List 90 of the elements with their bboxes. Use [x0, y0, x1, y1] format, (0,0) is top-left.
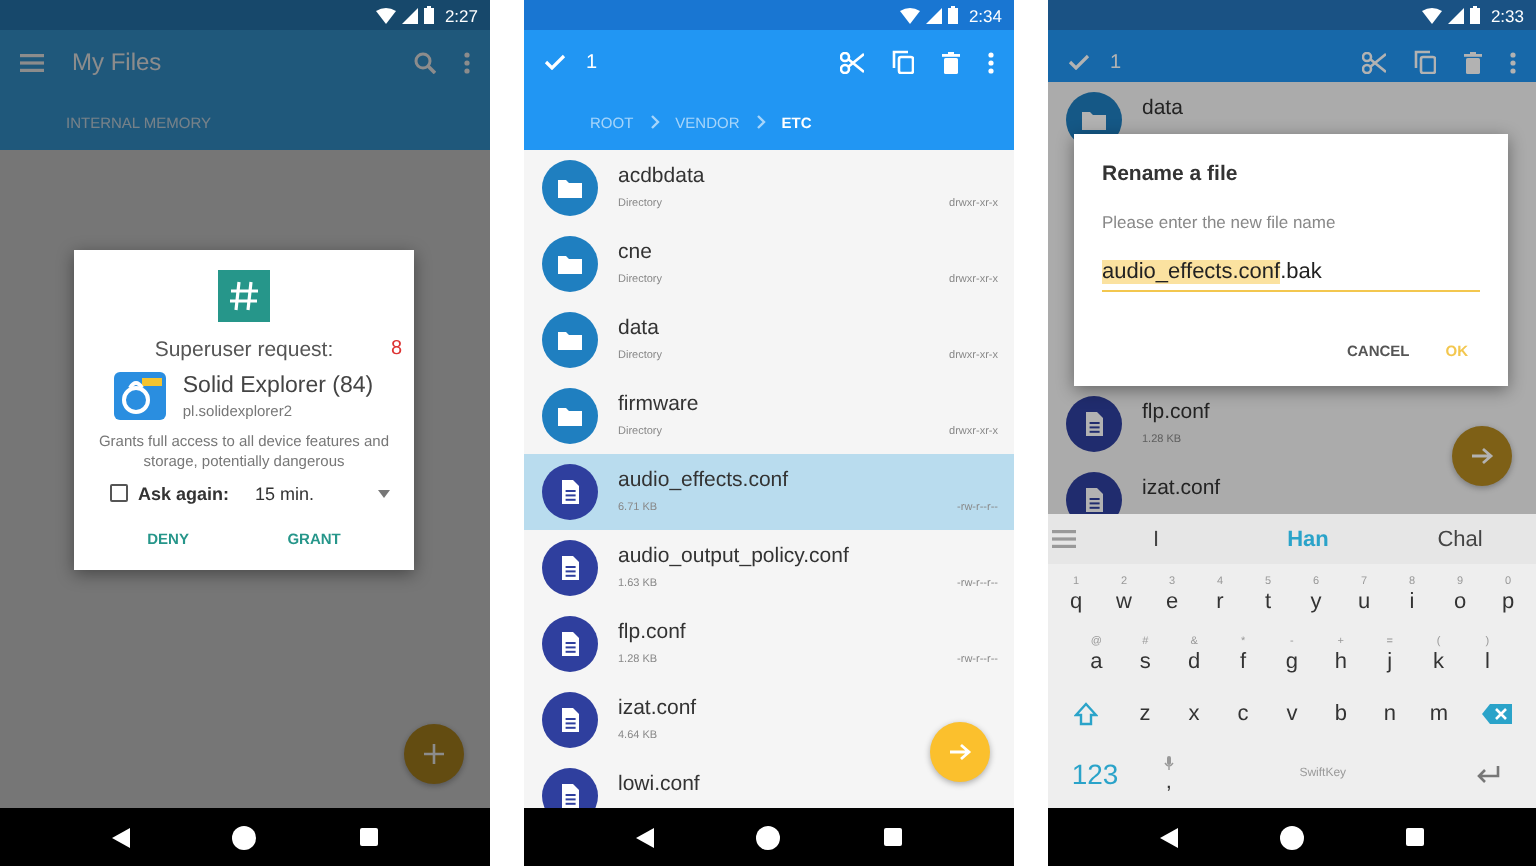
file-name: cne [618, 240, 652, 264]
backspace-icon [1482, 704, 1513, 724]
file-name: data [618, 316, 659, 340]
wifi-icon [1422, 7, 1443, 23]
dialog-message: Please enter the new file name [1102, 212, 1338, 232]
copy-icon[interactable] [892, 50, 914, 74]
selection-count: 1 [586, 51, 600, 73]
file-name: firmware [618, 392, 699, 416]
file-name: izat.conf [1142, 476, 1221, 500]
home-icon[interactable] [232, 825, 257, 849]
app-name: Solid Explorer (84) [182, 373, 374, 397]
menu-icon[interactable] [20, 53, 44, 71]
countdown: 8 [390, 338, 402, 360]
arrow-icon [949, 742, 971, 762]
file-name: data [1142, 96, 1183, 120]
keyboard-key[interactable]: c [1218, 684, 1268, 744]
wifi-icon [376, 7, 397, 23]
signal-icon [402, 7, 419, 23]
battery-icon [424, 6, 435, 24]
keyboard-key[interactable]: v [1267, 684, 1317, 744]
file-name: audio_output_policy.conf [618, 544, 849, 568]
home-icon[interactable] [756, 825, 781, 849]
microphone-icon [1163, 755, 1174, 769]
check-icon[interactable] [1068, 54, 1090, 70]
more-icon[interactable] [1510, 51, 1516, 73]
dialog-title: Superuser request: [154, 338, 334, 362]
signal-icon [926, 7, 943, 23]
folder-icon [542, 312, 598, 368]
back-icon[interactable] [636, 827, 655, 847]
plus-icon [424, 744, 444, 764]
recents-icon[interactable] [359, 828, 378, 846]
back-icon[interactable] [1160, 827, 1179, 847]
keyboard-key[interactable]: b [1316, 684, 1366, 744]
recents-icon[interactable] [1405, 828, 1424, 846]
folder-icon [542, 388, 598, 444]
document-icon [542, 464, 598, 520]
battery-icon [948, 6, 959, 24]
search-icon[interactable] [414, 51, 436, 73]
hash-icon [218, 270, 270, 322]
document-icon [542, 692, 598, 748]
document-icon [542, 616, 598, 672]
suggestion[interactable]: I [1080, 527, 1232, 551]
file-name: audio_effects.conf [618, 468, 789, 492]
selection-count: 1 [1110, 51, 1124, 73]
chevron-icon [649, 114, 660, 130]
keyboard-key[interactable]: n [1365, 684, 1415, 744]
file-name: flp.conf [618, 620, 686, 644]
dialog-title: Rename a file [1102, 162, 1240, 186]
shift-icon [1074, 702, 1099, 726]
chevron-icon [755, 114, 766, 130]
folder-icon [542, 160, 598, 216]
enter-icon [1476, 765, 1501, 783]
file-name: lowi.conf [618, 772, 700, 796]
file-name-field[interactable]: audio_effects.conf.bak [1102, 260, 1480, 292]
dropdown-caret-icon[interactable] [378, 489, 390, 497]
file-name: izat.conf [618, 696, 697, 720]
trash-icon[interactable] [1464, 51, 1482, 73]
file-name: acdbdata [618, 164, 705, 188]
comma-key[interactable]: , [1138, 744, 1200, 804]
scissors-icon[interactable] [840, 51, 864, 73]
battery-icon [1470, 6, 1481, 24]
file-name: flp.conf [1142, 400, 1210, 424]
keyboard-key[interactable]: z [1120, 684, 1170, 744]
wifi-icon [900, 7, 921, 23]
scissors-icon[interactable] [1362, 51, 1386, 73]
arrow-icon [1471, 446, 1493, 466]
suggestion[interactable]: Chal [1384, 527, 1536, 551]
home-icon[interactable] [1279, 825, 1304, 849]
ask-again-label: Ask again: [138, 483, 230, 503]
status-time: 2:27 [444, 5, 478, 25]
app-title: My Files [72, 48, 164, 76]
status-time: 2:33 [1490, 5, 1524, 25]
keyboard-key[interactable]: x [1169, 684, 1219, 744]
status-time: 2:34 [968, 5, 1002, 25]
folder-icon [542, 236, 598, 292]
ask-again-checkbox[interactable] [110, 484, 128, 502]
copy-icon[interactable] [1414, 50, 1436, 74]
more-icon[interactable] [464, 51, 470, 73]
document-icon [1066, 396, 1122, 452]
suggestions-menu-icon[interactable] [1052, 530, 1076, 548]
more-icon[interactable] [988, 51, 994, 73]
trash-icon[interactable] [942, 51, 960, 73]
duration-value[interactable]: 15 min. [255, 483, 368, 503]
back-icon[interactable] [112, 827, 131, 847]
signal-icon [1448, 7, 1465, 23]
check-icon[interactable] [544, 54, 566, 70]
document-icon [542, 540, 598, 596]
app-icon [114, 372, 167, 420]
recents-icon[interactable] [883, 828, 902, 846]
keyboard-key[interactable]: m [1414, 684, 1464, 744]
